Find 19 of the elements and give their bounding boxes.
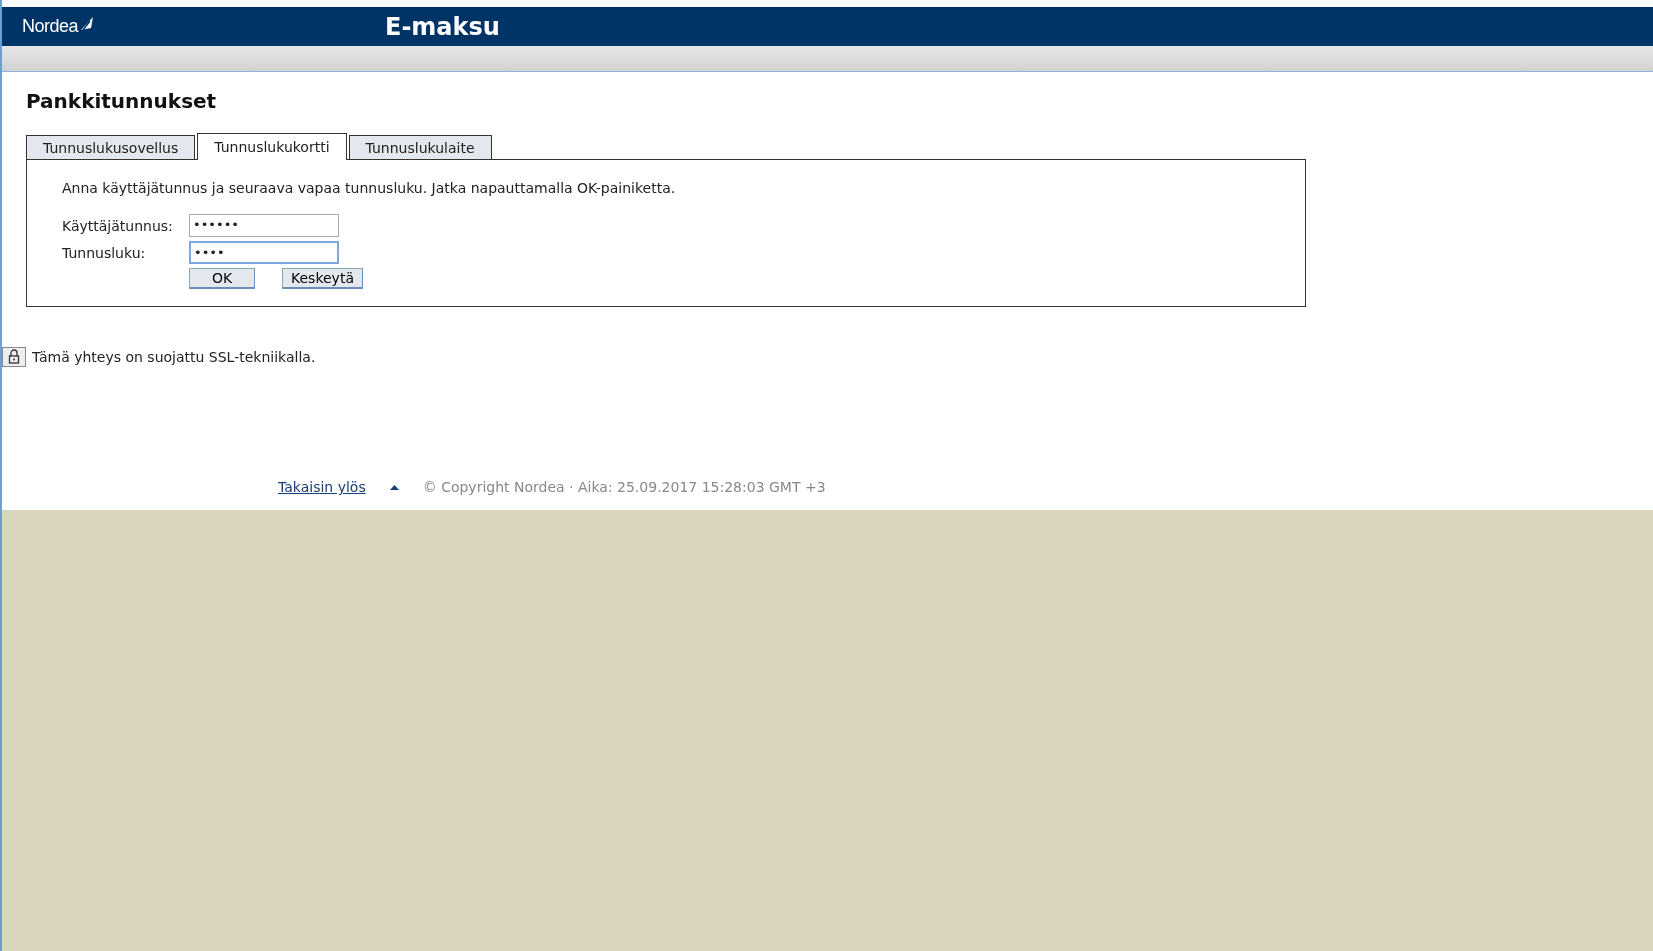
page-heading: Pankkitunnukset bbox=[26, 89, 218, 113]
tab[interactable]: Tunnuslukusovellus bbox=[26, 135, 196, 159]
tab[interactable]: Tunnuslukukortti bbox=[197, 133, 347, 160]
tab[interactable]: Tunnuslukulaite bbox=[348, 135, 492, 159]
back-to-top-link[interactable]: Takaisin ylös bbox=[278, 479, 366, 495]
up-triangle-icon[interactable] bbox=[389, 484, 399, 490]
sail-logo-icon bbox=[79, 16, 96, 32]
cancel-button[interactable]: Keskeytä bbox=[282, 268, 363, 289]
padlock-icon bbox=[2, 347, 26, 367]
field-label: Käyttäjätunnus: bbox=[62, 217, 174, 234]
password-field[interactable]: •••• bbox=[189, 241, 339, 264]
ok-button[interactable]: OK bbox=[189, 268, 255, 289]
page-header-title: E-maksu bbox=[385, 12, 500, 41]
password-field[interactable]: •••••• bbox=[189, 214, 339, 237]
logo-text: Nordea bbox=[22, 16, 79, 37]
copyright-text: © Copyright Nordea · Aika: 25.09.2017 15:28:03 GMT +3 bbox=[422, 479, 826, 495]
field-label: Tunnusluku: bbox=[62, 244, 147, 261]
security-note: Tämä yhteys on suojattu SSL-tekniikalla. bbox=[32, 349, 316, 365]
instruction-text: Anna käyttäjätunnus ja seuraava vapaa tunnusluku. Jatka napauttamalla OK-painiketta. bbox=[62, 180, 677, 196]
